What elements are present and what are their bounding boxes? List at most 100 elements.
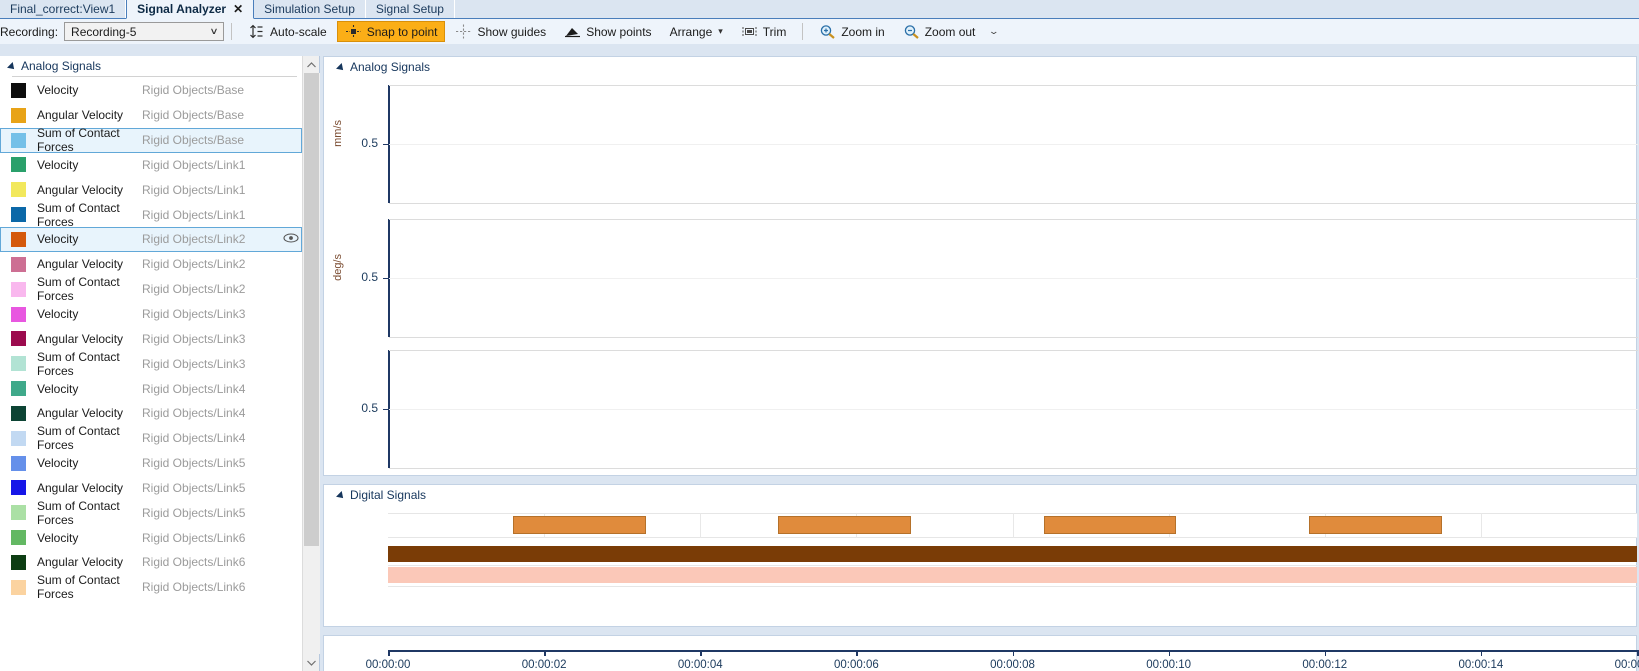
signal-row[interactable]: Velocity Rigid Objects/Base (0, 78, 302, 103)
zoom-in-button[interactable]: Zoom in (811, 21, 892, 42)
toolbar: Recording: Recording-5 ∨ Auto-scale Snap… (0, 19, 1639, 44)
autoscale-button[interactable]: Auto-scale (240, 21, 335, 42)
chevron-down-icon (7, 61, 17, 72)
signal-row[interactable]: Velocity Rigid Objects/Link5 (0, 451, 302, 476)
y-tick-mark (383, 144, 388, 145)
signal-color-swatch (11, 356, 26, 372)
signal-color-swatch (11, 430, 26, 446)
signal-row[interactable]: Angular Velocity Rigid Objects/Base (0, 103, 302, 128)
recording-select[interactable]: Recording-5 ∨ (64, 22, 225, 41)
tab-simulation-setup[interactable]: Simulation Setup (254, 0, 366, 18)
signal-name: Angular Velocity (37, 555, 124, 570)
chevron-down-icon (336, 62, 346, 73)
analog-signals-group-header[interactable]: Analog Signals (0, 56, 319, 76)
scroll-down-icon[interactable] (303, 654, 320, 671)
signal-row[interactable]: Sum of Contact Forces Rigid Objects/Link2 (0, 275, 302, 303)
signal-row[interactable]: Angular Velocity Rigid Objects/Link3 (0, 326, 302, 351)
tab-signal-analyzer[interactable]: Signal Analyzer ✕ (126, 0, 255, 19)
gridline (389, 278, 1638, 279)
signal-row[interactable]: Angular Velocity Rigid Objects/Link5 (0, 476, 302, 501)
signal-row[interactable]: Velocity Rigid Objects/Link6 (0, 525, 302, 550)
tab-label: Signal Analyzer (137, 2, 227, 16)
x-tick-mark (1324, 650, 1327, 656)
signal-name: Angular Velocity (37, 182, 124, 197)
arrange-button[interactable]: Arrange ▾ (662, 21, 731, 42)
analog-signals-panel: Analog Signals 0.5 mm/s 0.5 deg/s 0.5 (323, 56, 1638, 476)
signal-row[interactable]: Velocity Rigid Objects/Link2 (0, 227, 302, 252)
digital-pulse (1043, 516, 1177, 534)
tab-signal-setup[interactable]: Signal Setup (365, 0, 455, 18)
signal-list: Velocity Rigid Objects/Base Angular Veloci… (0, 78, 302, 602)
signal-row[interactable]: Angular Velocity Rigid Objects/Link2 (0, 252, 302, 277)
visibility-eye-icon[interactable] (281, 233, 301, 246)
signal-color-swatch (11, 281, 26, 297)
digital-panel-header[interactable]: Digital Signals (336, 488, 426, 502)
close-icon[interactable]: ✕ (233, 3, 243, 15)
signal-name: Sum of Contact Forces (37, 573, 120, 602)
zoom-out-button[interactable]: Zoom out (895, 21, 984, 42)
digital-pulse (1309, 516, 1442, 534)
signal-row[interactable]: Sum of Contact Forces Rigid Objects/Base (0, 126, 302, 155)
signal-name: Sum of Contact Forces (37, 126, 120, 155)
x-tick-label: 00:00:06 (833, 659, 879, 671)
signal-row[interactable]: Velocity Rigid Objects/Link4 (0, 376, 302, 401)
show-guides-button[interactable]: Show guides (447, 21, 554, 42)
signal-row[interactable]: Angular Velocity Rigid Objects/Link4 (0, 401, 302, 426)
signal-color-swatch (11, 207, 26, 223)
scrollbar-track[interactable] (303, 73, 320, 654)
signal-name: Velocity (37, 83, 79, 98)
signal-row[interactable]: Sum of Contact Forces Rigid Objects/Link4 (0, 424, 302, 452)
signal-color-swatch (11, 157, 26, 173)
signal-color-swatch (11, 405, 26, 421)
signal-name: Angular Velocity (37, 108, 124, 123)
signal-color-swatch (11, 132, 26, 148)
arrange-label: Arrange (669, 24, 713, 39)
signal-row[interactable]: Sum of Contact Forces Rigid Objects/Link6 (0, 573, 302, 602)
signal-row[interactable]: Velocity Rigid Objects/Link3 (0, 302, 302, 327)
signal-path: Rigid Objects/Base (142, 83, 245, 98)
x-tick-label: 00:00:00 (365, 659, 411, 671)
zoom-in-label: Zoom in (841, 24, 885, 39)
analog-panel-label: Analog Signals (350, 60, 431, 74)
autoscale-label: Auto-scale (270, 24, 327, 39)
show-points-button[interactable]: Show points (556, 21, 659, 42)
snap-to-point-icon (345, 24, 362, 39)
signal-row[interactable]: Angular Velocity Rigid Objects/Link6 (0, 550, 302, 575)
signal-row[interactable]: Angular Velocity Rigid Objects/Link1 (0, 177, 302, 202)
x-tick-label: 00:00:14 (1458, 659, 1504, 671)
snap-to-point-button[interactable]: Snap to point (336, 21, 446, 42)
x-tick-label: 00:00:08 (990, 659, 1035, 671)
signal-color-swatch (11, 107, 26, 123)
signal-path: Rigid Objects/Link1 (142, 182, 246, 197)
signal-color-swatch (11, 579, 26, 595)
scroll-up-icon[interactable] (303, 56, 320, 73)
signal-path: Rigid Objects/Link2 (142, 257, 246, 272)
trim-button[interactable]: Trim (733, 21, 795, 42)
sidebar-scrollbar[interactable] (302, 56, 320, 671)
signal-row[interactable]: Velocity Rigid Objects/Link1 (0, 153, 302, 178)
x-tick-mark (700, 650, 702, 656)
scrollbar-thumb[interactable] (304, 73, 319, 546)
signal-row[interactable]: Sum of Contact Forces Rigid Objects/Link3 (0, 350, 302, 378)
signal-path: Rigid Objects/Link4 (142, 431, 246, 446)
tab-final-correct-view1[interactable]: Final_correct:View1 (0, 0, 127, 18)
signal-path: Rigid Objects/Base (142, 108, 245, 123)
snap-to-point-label: Snap to point (366, 24, 438, 39)
toolbar-overflow-icon[interactable]: ⌄ (989, 26, 1000, 37)
signal-row[interactable]: Sum of Contact Forces Rigid Objects/Link1 (0, 201, 302, 229)
signal-path: Rigid Objects/Link5 (142, 505, 246, 520)
analog-signals-group-label: Analog Signals (21, 59, 102, 73)
gridline (389, 144, 1638, 145)
signal-path: Rigid Objects/Link1 (142, 207, 246, 222)
trim-label: Trim (762, 24, 787, 39)
signal-path: Rigid Objects/Base (142, 133, 245, 148)
signal-row[interactable]: Sum of Contact Forces Rigid Objects/Link5 (0, 499, 302, 527)
analog-panel-header[interactable]: Analog Signals (336, 60, 431, 74)
digital-signal-band (388, 567, 1637, 583)
gridline (700, 513, 702, 538)
zoom-in-icon (819, 24, 836, 39)
gridline (389, 85, 1638, 86)
x-tick-mark (1637, 650, 1639, 656)
signal-name: Velocity (37, 157, 79, 172)
zoom-out-label: Zoom out (924, 24, 976, 39)
